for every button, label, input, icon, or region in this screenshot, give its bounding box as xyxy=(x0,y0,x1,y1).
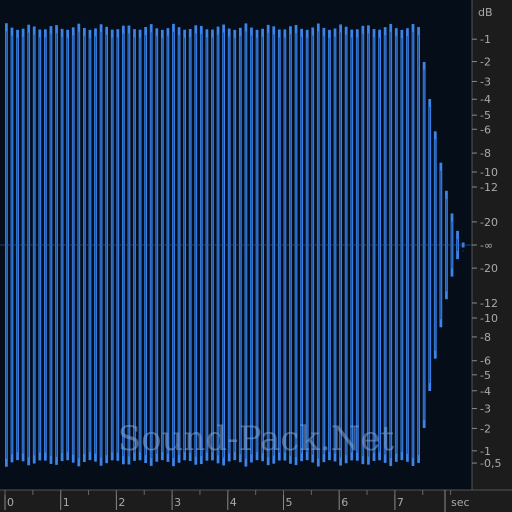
level-tick-label: -12 xyxy=(480,181,498,194)
level-tick-label: -3 xyxy=(480,75,491,88)
time-tick-label: 0 xyxy=(7,496,14,509)
time-tick-label: 1 xyxy=(63,496,70,509)
level-tick-label: -2 xyxy=(480,56,491,69)
time-tick-label: 4 xyxy=(230,496,237,509)
level-tick-label: -4 xyxy=(480,93,491,106)
level-tick-label: -6 xyxy=(480,123,491,136)
level-tick-label: -1 xyxy=(480,33,491,46)
time-unit-label: sec xyxy=(451,496,470,509)
level-tick-label: -4 xyxy=(480,385,491,398)
level-unit-label: dB xyxy=(478,6,493,19)
waveform-cycle-shade xyxy=(462,250,464,252)
level-tick-label: -1 xyxy=(480,445,491,458)
level-tick-label: -8 xyxy=(480,331,491,344)
level-tick-label: -0,5 xyxy=(480,457,501,470)
level-tick-label: -20 xyxy=(480,216,498,229)
level-tick-label: -3 xyxy=(480,403,491,416)
watermark-text: Sound-Pack.Net xyxy=(118,419,395,459)
time-tick-label: 6 xyxy=(341,496,348,509)
level-tick-label: -20 xyxy=(480,262,498,275)
level-tick-label: -2 xyxy=(480,422,491,435)
time-tick-label: 7 xyxy=(397,496,404,509)
level-tick-label: -5 xyxy=(480,369,491,382)
waveform-editor-view: dB -1-2-3-4-5-6-8-10-12-20-∞-20-12-10-8-… xyxy=(0,0,512,512)
level-tick-label: -10 xyxy=(480,312,498,325)
level-tick-label: -10 xyxy=(480,166,498,179)
time-tick-label: 5 xyxy=(286,496,293,509)
time-tick-label: 3 xyxy=(174,496,181,509)
time-tick-label: 2 xyxy=(118,496,125,509)
level-tick-label: -8 xyxy=(480,147,491,160)
level-tick-label: -∞ xyxy=(480,239,493,252)
level-tick-label: -6 xyxy=(480,355,491,368)
level-tick-label: -5 xyxy=(480,109,491,122)
level-tick-label: -12 xyxy=(480,297,498,310)
